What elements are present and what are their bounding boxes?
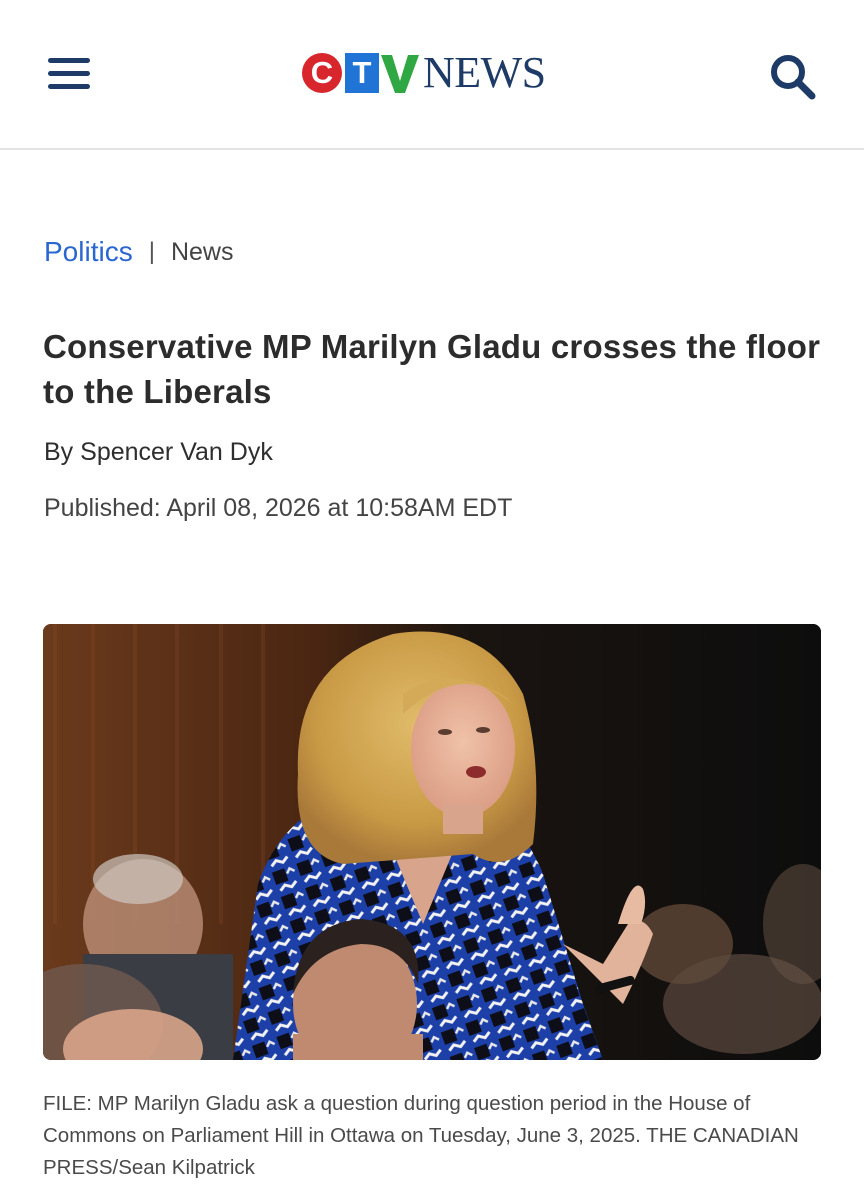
article-photo[interactable]	[43, 624, 821, 1060]
ctv-news-logo[interactable]: C T NEWS	[302, 48, 546, 98]
logo-letter-v	[381, 53, 419, 93]
breadcrumb-separator: |	[148, 238, 155, 265]
search-icon[interactable]	[768, 52, 820, 100]
author-link[interactable]: Spencer Van Dyk	[80, 438, 273, 466]
photo-caption: FILE: MP Marilyn Gladu ask a question du…	[43, 1092, 799, 1179]
menu-bar-bottom	[48, 84, 90, 89]
breadcrumb: Politics | News	[44, 236, 233, 268]
section-link-politics[interactable]: Politics	[44, 236, 133, 268]
site-header: C T NEWS	[0, 0, 864, 150]
article-headline: Conservative MP Marilyn Gladu crosses th…	[43, 328, 821, 410]
menu-bar-middle	[48, 71, 90, 76]
byline-prefix: By	[44, 438, 74, 466]
menu-bar-top	[48, 58, 90, 63]
byline: By Spencer Van Dyk	[44, 438, 273, 467]
subsection-link-news[interactable]: News	[171, 238, 234, 267]
logo-letter-c: C	[302, 53, 342, 93]
hamburger-menu-icon[interactable]	[48, 56, 92, 92]
logo-letter-t: T	[345, 53, 379, 93]
published-date: Published: April 08, 2026 at 10:58AM EDT	[44, 494, 513, 522]
logo-wordmark: NEWS	[423, 48, 546, 98]
logo-wordmark-text: NEWS	[423, 48, 546, 97]
